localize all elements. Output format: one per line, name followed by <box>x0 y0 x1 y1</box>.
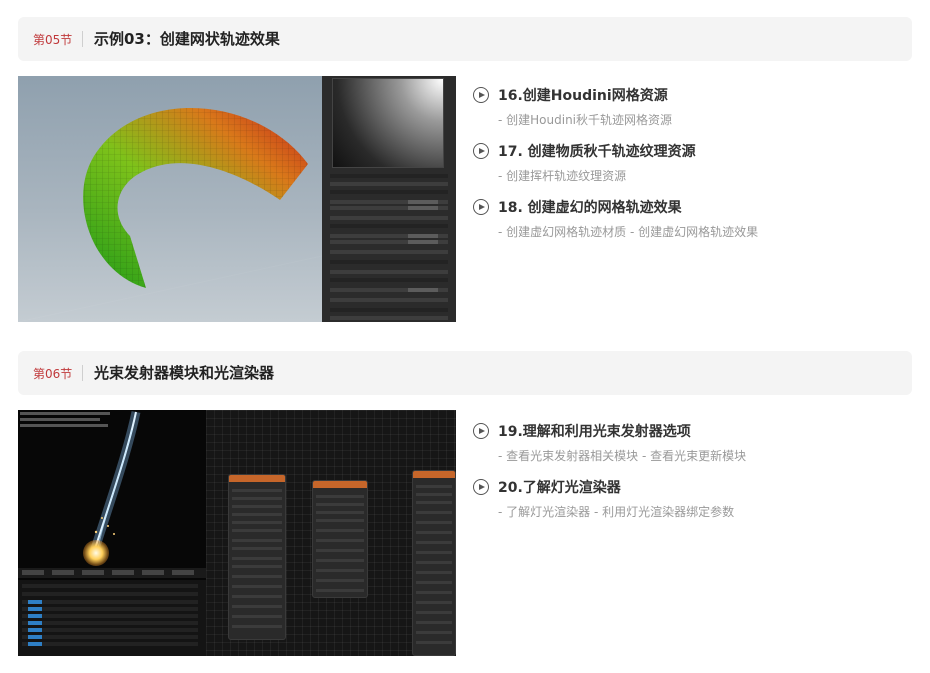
play-circle-icon[interactable] <box>473 199 489 215</box>
lesson-title[interactable]: 16.创建Houdini网格资源 <box>498 85 668 105</box>
section-header: 第05节 示例03：创建网状轨迹效果 <box>18 17 912 61</box>
emitter-node <box>412 470 456 656</box>
section-thumbnail[interactable] <box>18 76 456 322</box>
lesson-subtitle: - 查看光束发射器相关模块 - 查看光束更新模块 <box>498 449 747 463</box>
emitter-node <box>228 474 286 640</box>
mesh-trail-shape <box>18 108 323 322</box>
section-thumbnail[interactable] <box>18 410 456 656</box>
system-attributes-list <box>18 580 206 656</box>
lesson-title[interactable]: 20.了解灯光渲染器 <box>498 477 621 497</box>
lesson-title[interactable]: 17. 创建物质秋千轨迹纹理资源 <box>498 141 696 161</box>
lesson-title[interactable]: 19.理解和利用光束发射器选项 <box>498 421 691 441</box>
header-divider <box>82 31 83 47</box>
section-title: 示例03：创建网状轨迹效果 <box>94 30 280 48</box>
editor-tabs <box>18 568 206 578</box>
lesson-item[interactable]: 16.创建Houdini网格资源 - 创建Houdini秋千轨迹网格资源 <box>473 85 903 135</box>
lesson-item[interactable]: 19.理解和利用光束发射器选项 - 查看光束发射器相关模块 - 查看光束更新模块 <box>473 421 903 471</box>
header-divider <box>82 365 83 381</box>
section-number: 第05节 <box>33 33 73 47</box>
section-05: 第05节 示例03：创建网状轨迹效果 16.创建Houdini网格资源 - 创建… <box>18 17 912 327</box>
lesson-item[interactable]: 20.了解灯光渲染器 - 了解灯光渲染器 - 利用灯光渲染器绑定参数 <box>473 477 903 527</box>
emitter-glow <box>83 540 109 566</box>
lesson-item[interactable]: 18. 创建虚幻的网格轨迹效果 - 创建虚幻网格轨迹材质 - 创建虚幻网格轨迹效… <box>473 197 903 247</box>
lesson-subtitle: - 创建虚幻网格轨迹材质 - 创建虚幻网格轨迹效果 <box>498 225 759 239</box>
texture-preview <box>332 78 444 168</box>
lesson-title[interactable]: 18. 创建虚幻的网格轨迹效果 <box>498 197 682 217</box>
section-06: 第06节 光束发射器模块和光渲染器 19.理解和利用光束发射器选项 - 查看光束… <box>18 351 912 661</box>
lesson-item[interactable]: 17. 创建物质秋千轨迹纹理资源 - 创建挥杆轨迹纹理资源 <box>473 141 903 191</box>
material-details-panel <box>322 76 456 322</box>
emitter-node <box>312 480 368 598</box>
section-header: 第06节 光束发射器模块和光渲染器 <box>18 351 912 395</box>
beam-effect <box>20 411 141 554</box>
niagara-preview <box>18 410 206 656</box>
play-circle-icon[interactable] <box>473 423 489 439</box>
houdini-viewport <box>18 76 323 322</box>
lesson-subtitle: - 创建Houdini秋千轨迹网格资源 <box>498 113 673 127</box>
play-circle-icon[interactable] <box>473 87 489 103</box>
lesson-subtitle: - 了解灯光渲染器 - 利用灯光渲染器绑定参数 <box>498 505 735 519</box>
lesson-subtitle: - 创建挥杆轨迹纹理资源 <box>498 169 627 183</box>
section-number: 第06节 <box>33 367 73 381</box>
section-title: 光束发射器模块和光渲染器 <box>94 364 275 382</box>
play-circle-icon[interactable] <box>473 479 489 495</box>
node-graph <box>206 410 456 656</box>
play-circle-icon[interactable] <box>473 143 489 159</box>
